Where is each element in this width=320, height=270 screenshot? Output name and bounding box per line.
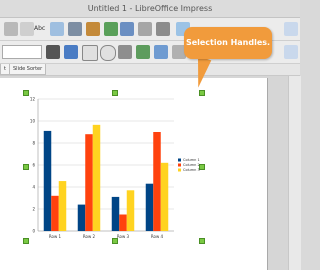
curve-icon[interactable] bbox=[118, 45, 132, 59]
bar-1-2 bbox=[77, 204, 86, 231]
bar-1-3 bbox=[111, 196, 120, 231]
arrow-icon[interactable] bbox=[64, 45, 78, 59]
bar-3-2 bbox=[92, 124, 101, 231]
drawing-overflow-icon[interactable] bbox=[284, 45, 298, 59]
window-title: Untitled 1 - LibreOffice Impress bbox=[87, 4, 213, 13]
bar-2-2 bbox=[85, 134, 93, 231]
y-tick-label-4: 8 bbox=[32, 141, 35, 146]
bar-2-4 bbox=[153, 132, 161, 231]
ellipse-icon[interactable] bbox=[100, 45, 116, 61]
shape-style-dropdown[interactable] bbox=[2, 45, 42, 59]
legend-label-3: Column 3 bbox=[183, 168, 200, 172]
legend-label-2: Column 2 bbox=[183, 163, 200, 167]
toolbar-overflow-icon[interactable] bbox=[284, 22, 298, 36]
spellcheck-label: Abc bbox=[34, 25, 46, 32]
line-icon[interactable] bbox=[46, 45, 60, 59]
callout-text: Selection Handles. bbox=[185, 38, 271, 47]
bar-2-1 bbox=[51, 195, 59, 231]
spellcheck-button[interactable]: Abc bbox=[34, 22, 48, 36]
special-char-icon[interactable] bbox=[156, 22, 170, 36]
connector-icon[interactable] bbox=[136, 45, 150, 59]
bar-3-3 bbox=[126, 190, 135, 231]
x-tick-label-0: Row 1 bbox=[49, 234, 62, 239]
y-tick-label-2: 4 bbox=[32, 185, 35, 190]
find-icon[interactable] bbox=[50, 22, 64, 36]
tab-slide-sorter-label: Slide Sorter bbox=[13, 66, 43, 72]
redo-icon[interactable] bbox=[20, 22, 34, 36]
y-tick-label-3: 6 bbox=[32, 163, 35, 168]
x-tick-label-3: Row 4 bbox=[151, 234, 164, 239]
rectangle-icon[interactable] bbox=[82, 45, 98, 61]
table-icon[interactable] bbox=[68, 22, 82, 36]
bar-2-3 bbox=[119, 214, 127, 231]
textbox-icon[interactable] bbox=[138, 22, 152, 36]
legend-label-1: Column 1 bbox=[183, 158, 200, 162]
y-tick-label-5: 10 bbox=[30, 119, 36, 124]
undo-icon[interactable] bbox=[4, 22, 18, 36]
view-tabs: t Slide Sorter bbox=[0, 64, 300, 76]
x-tick-label-1: Row 2 bbox=[83, 234, 96, 239]
y-tick-label-6: 12 bbox=[30, 97, 36, 102]
bar-1-4 bbox=[145, 183, 154, 231]
x-tick-label-2: Row 3 bbox=[117, 234, 130, 239]
window-titlebar: Untitled 1 - LibreOffice Impress bbox=[0, 0, 300, 18]
callout-bubble: Selection Handles. bbox=[184, 27, 272, 59]
chart-object[interactable]: 0 2 4 6 8 10 12 Row 1 Row 2 Row 3 Row 4 Column 1 Col… bbox=[24, 90, 204, 242]
image-icon[interactable] bbox=[86, 22, 100, 36]
bar-1-1 bbox=[43, 130, 52, 231]
legend-swatch-1 bbox=[178, 158, 181, 162]
bar-3-4 bbox=[160, 162, 169, 231]
bar-chart: 024681012Row 1 Row 2 Row 3 Row 4Column 1Col… bbox=[30, 97, 200, 240]
tab-outline-label: t bbox=[4, 66, 6, 72]
bar-3-1 bbox=[58, 181, 67, 231]
media-icon[interactable] bbox=[120, 22, 134, 36]
y-tick-label-1: 2 bbox=[32, 207, 35, 212]
y-tick-label-0: 0 bbox=[32, 229, 35, 234]
legend-swatch-2 bbox=[178, 163, 181, 167]
vertical-scrollbar[interactable] bbox=[288, 76, 301, 270]
tab-slide-sorter[interactable]: Slide Sorter bbox=[9, 64, 47, 75]
chart-icon[interactable] bbox=[104, 22, 118, 36]
legend-swatch-3 bbox=[178, 168, 181, 172]
basic-shapes-icon[interactable] bbox=[154, 45, 168, 59]
